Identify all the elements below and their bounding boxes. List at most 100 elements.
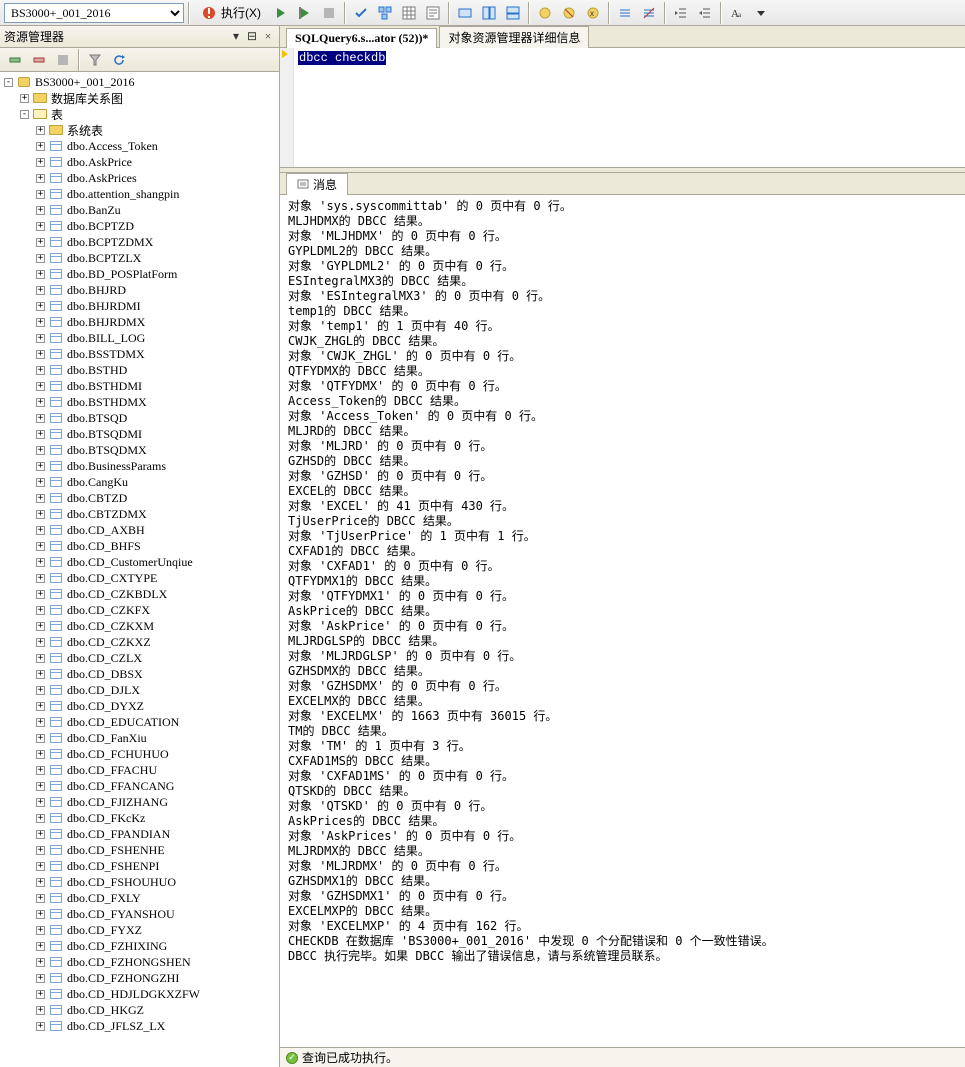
grid-results-icon[interactable] — [398, 2, 420, 24]
expand-icon[interactable]: - — [20, 110, 29, 119]
tree-node[interactable]: +dbo.CD_FFANCANG — [0, 778, 279, 794]
tree-node[interactable]: +数据库关系图 — [0, 90, 279, 106]
expand-icon[interactable]: + — [36, 782, 45, 791]
expand-icon[interactable]: + — [36, 254, 45, 263]
tree-node[interactable]: +dbo.CD_CXTYPE — [0, 570, 279, 586]
expand-icon[interactable]: + — [36, 622, 45, 631]
autohide-icon[interactable]: ⊟ — [245, 30, 259, 44]
expand-icon[interactable]: + — [36, 942, 45, 951]
expand-icon[interactable]: + — [36, 686, 45, 695]
expand-icon[interactable]: + — [36, 910, 45, 919]
expand-icon[interactable]: + — [36, 830, 45, 839]
messages-output[interactable]: 对象 'sys.syscommittab' 的 0 页中有 0 行。 MLJHD… — [280, 195, 965, 1047]
expand-icon[interactable]: + — [36, 126, 45, 135]
tree-node[interactable]: +dbo.BCPTZLX — [0, 250, 279, 266]
debug-button[interactable] — [294, 2, 316, 24]
expand-icon[interactable]: + — [36, 142, 45, 151]
tree-node[interactable]: +dbo.CD_CZKBDLX — [0, 586, 279, 602]
expand-icon[interactable]: + — [36, 750, 45, 759]
expand-icon[interactable]: - — [4, 78, 13, 87]
tree-node[interactable]: +dbo.BILL_LOG — [0, 330, 279, 346]
expand-icon[interactable]: + — [36, 462, 45, 471]
expand-icon[interactable]: + — [36, 238, 45, 247]
tree-node[interactable]: +dbo.BCPTZD — [0, 218, 279, 234]
explorer-tree[interactable]: -BS3000+_001_2016+数据库关系图-表+系统表+dbo.Acces… — [0, 72, 279, 1067]
toolbar-icon[interactable] — [478, 2, 500, 24]
uncomment-icon[interactable] — [638, 2, 660, 24]
database-selector[interactable]: BS3000+_001_2016 — [4, 3, 184, 23]
expand-icon[interactable]: + — [36, 894, 45, 903]
tree-node[interactable]: +dbo.CD_DJLX — [0, 682, 279, 698]
expand-icon[interactable]: + — [36, 302, 45, 311]
filter-icon[interactable] — [84, 49, 106, 71]
expand-icon[interactable]: + — [36, 606, 45, 615]
expand-icon[interactable]: + — [36, 542, 45, 551]
tree-node[interactable]: +dbo.CBTZD — [0, 490, 279, 506]
pin-icon[interactable]: ▾ — [229, 30, 243, 44]
expand-icon[interactable]: + — [36, 190, 45, 199]
expand-icon[interactable]: + — [36, 798, 45, 807]
tree-node[interactable]: +dbo.attention_shangpin — [0, 186, 279, 202]
tree-node[interactable]: +dbo.BTSQDMI — [0, 426, 279, 442]
expand-icon[interactable]: + — [36, 222, 45, 231]
expand-icon[interactable]: + — [36, 526, 45, 535]
expand-icon[interactable]: + — [36, 398, 45, 407]
tree-node[interactable]: +dbo.AskPrice — [0, 154, 279, 170]
tab-object-details[interactable]: 对象资源管理器详细信息 — [439, 26, 589, 48]
expand-icon[interactable]: + — [36, 702, 45, 711]
tree-node[interactable]: +dbo.CD_HDJLDGKXZFW — [0, 986, 279, 1002]
tree-node[interactable]: +dbo.BD_POSPlatForm — [0, 266, 279, 282]
sql-editor[interactable]: dbcc checkdb — [280, 48, 965, 168]
expand-icon[interactable]: + — [36, 350, 45, 359]
expand-icon[interactable]: + — [36, 814, 45, 823]
estimated-plan-icon[interactable] — [374, 2, 396, 24]
expand-icon[interactable]: + — [36, 1022, 45, 1031]
tree-node[interactable]: +dbo.BHJRDMI — [0, 298, 279, 314]
expand-icon[interactable]: + — [36, 846, 45, 855]
expand-icon[interactable]: + — [36, 286, 45, 295]
font-icon[interactable]: Aa — [726, 2, 748, 24]
tree-node[interactable]: +dbo.BCPTZDMX — [0, 234, 279, 250]
toolbar-icon[interactable] — [454, 2, 476, 24]
play-button[interactable] — [270, 2, 292, 24]
tree-node[interactable]: +dbo.CD_FCHUHUO — [0, 746, 279, 762]
tree-node[interactable]: +dbo.CD_CZKXM — [0, 618, 279, 634]
tree-node[interactable]: +dbo.CBTZDMX — [0, 506, 279, 522]
tree-node[interactable]: +dbo.CD_BHFS — [0, 538, 279, 554]
toolbar-icon[interactable] — [534, 2, 556, 24]
tree-node[interactable]: +dbo.CD_EDUCATION — [0, 714, 279, 730]
expand-icon[interactable]: + — [36, 990, 45, 999]
expand-icon[interactable]: + — [36, 270, 45, 279]
code-area[interactable]: dbcc checkdb — [294, 48, 965, 167]
expand-icon[interactable]: + — [36, 158, 45, 167]
tree-node[interactable]: +dbo.CD_DYXZ — [0, 698, 279, 714]
tree-node[interactable]: +dbo.CD_FSHOUHUO — [0, 874, 279, 890]
expand-icon[interactable]: + — [36, 638, 45, 647]
tree-node[interactable]: +dbo.CD_CZLX — [0, 650, 279, 666]
dropdown-icon[interactable] — [750, 2, 772, 24]
indent-icon[interactable] — [670, 2, 692, 24]
tree-node[interactable]: +dbo.BusinessParams — [0, 458, 279, 474]
expand-icon[interactable]: + — [36, 654, 45, 663]
tree-node[interactable]: +dbo.CD_FSHENHE — [0, 842, 279, 858]
expand-icon[interactable]: + — [36, 590, 45, 599]
tree-node[interactable]: +dbo.BSSTDMX — [0, 346, 279, 362]
expand-icon[interactable]: + — [36, 958, 45, 967]
tab-messages[interactable]: 消息 — [286, 173, 348, 195]
expand-icon[interactable]: + — [36, 1006, 45, 1015]
expand-icon[interactable]: + — [36, 862, 45, 871]
close-icon[interactable]: × — [261, 30, 275, 44]
tree-node[interactable]: +dbo.CD_CZKXZ — [0, 634, 279, 650]
execute-button[interactable]: 执行(X) — [194, 2, 268, 24]
expand-icon[interactable]: + — [36, 510, 45, 519]
expand-icon[interactable]: + — [36, 382, 45, 391]
expand-icon[interactable]: + — [36, 334, 45, 343]
expand-icon[interactable]: + — [36, 766, 45, 775]
tree-node[interactable]: +dbo.CD_FJIZHANG — [0, 794, 279, 810]
tree-node[interactable]: +dbo.BanZu — [0, 202, 279, 218]
expand-icon[interactable]: + — [36, 174, 45, 183]
expand-icon[interactable]: + — [36, 494, 45, 503]
tree-node[interactable]: +dbo.CD_FYXZ — [0, 922, 279, 938]
expand-icon[interactable]: + — [20, 94, 29, 103]
tree-node[interactable]: +dbo.CD_AXBH — [0, 522, 279, 538]
